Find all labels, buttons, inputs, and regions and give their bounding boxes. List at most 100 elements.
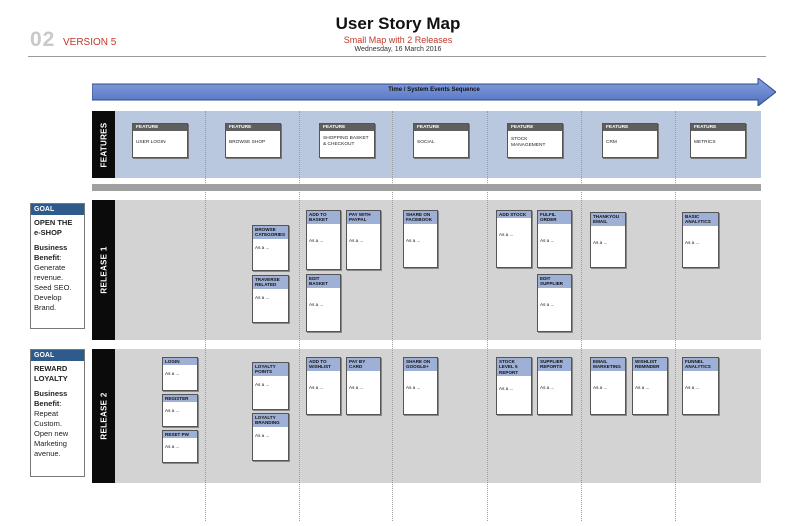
story-card-header: SUPPLIER REPORTS: [538, 358, 571, 371]
story-card-header: SHARE ON GOOGLE+: [404, 358, 437, 371]
story-card-body: As a ...: [540, 301, 555, 307]
story-card-stock-level-report[interactable]: STOCK LEVEL 5 REPORT As a ...: [496, 357, 532, 415]
goal-benefit-label-text: Business Benefit: [34, 389, 68, 408]
lane-label-text: FEATURES: [99, 122, 108, 167]
feature-card-header: FEATURE: [226, 124, 280, 131]
timeline-label: Time / System Events Sequence: [388, 87, 480, 93]
story-card-pay-with-paypal[interactable]: PAY WITH PAYPAL As a ...: [346, 210, 381, 270]
story-card-email-marketing[interactable]: EMAIL MARKETING As a ...: [590, 357, 626, 415]
story-card-header: REGISTER: [163, 395, 197, 403]
feature-card-social[interactable]: FEATURE SOCIAL: [413, 123, 469, 158]
story-card-add-to-basket[interactable]: ADD TO BASKET As a ...: [306, 210, 341, 270]
story-card-header: PAY WITH PAYPAL: [347, 211, 380, 224]
goal-title: OPEN THE e-SHOP: [34, 218, 73, 237]
story-card-body: As a ...: [165, 371, 180, 377]
story-card-login[interactable]: LOGIN As a ...: [162, 357, 198, 391]
story-card-body: As a ...: [406, 237, 421, 243]
lane-label-release-2: RELEASE 2: [92, 349, 115, 483]
feature-card-header: FEATURE: [320, 124, 374, 131]
feature-card-user-login[interactable]: FEATURE USER LOGIN: [132, 123, 188, 158]
lane-label-features: FEATURES: [92, 111, 115, 178]
story-card-basic-analytics[interactable]: BASIC ANALYTICS As a ...: [682, 212, 719, 268]
page-title: User Story Map: [335, 14, 461, 33]
lane-label-release-1: RELEASE 1: [92, 200, 115, 340]
story-card-body: As a ...: [593, 384, 608, 390]
story-card-body: As a ...: [406, 384, 421, 390]
goal-card-release-2: GOAL REWARD LOYALTY Business Benefit: Re…: [30, 349, 85, 477]
story-card-header: ADD TO WISHLIST: [307, 358, 340, 371]
story-card-body: As a ...: [593, 239, 608, 245]
goal-benefit-text: Generate revenue. Seed SEO. Develop Bran…: [34, 263, 72, 312]
feature-card-title: METRICS: [694, 140, 716, 145]
story-card-supplier-reports[interactable]: SUPPLIER REPORTS As a ...: [537, 357, 572, 415]
story-card-header: THANKYOU EMAIL: [591, 213, 625, 226]
story-card-body: As a ...: [255, 381, 270, 387]
story-card-body: As a ...: [540, 237, 555, 243]
page-date: Wednesday, 16 March 2016: [354, 46, 442, 53]
story-card-body: As a ...: [349, 384, 364, 390]
story-card-header: BASIC ANALYTICS: [683, 213, 718, 226]
feature-card-header: FEATURE: [691, 124, 745, 131]
story-card-edit-supplier[interactable]: EDIT SUPPLIER As a ...: [537, 274, 572, 332]
story-card-wishlist-reminder[interactable]: WISHLIST REMINDER As a ...: [632, 357, 668, 415]
feature-card-metrics[interactable]: FEATURE METRICS: [690, 123, 746, 158]
column-divider: [675, 111, 676, 521]
column-divider: [392, 111, 393, 521]
lane-label-text: RELEASE 1: [99, 246, 108, 294]
story-card-body: As a ...: [309, 301, 324, 307]
story-card-body: As a ...: [309, 237, 324, 243]
story-card-funnel-analytics[interactable]: FUNNEL ANALYTICS As a ...: [682, 357, 719, 415]
story-card-header: LOGIN: [163, 358, 197, 366]
feature-card-crm[interactable]: FEATURE CRM: [602, 123, 658, 158]
story-card-body: As a ...: [165, 444, 180, 450]
column-divider: [581, 111, 582, 521]
feature-card-title: SHOPPING BASKET & CHECKOUT: [323, 136, 369, 147]
story-card-body: As a ...: [685, 239, 700, 245]
story-card-share-on-google[interactable]: SHARE ON GOOGLE+ As a ...: [403, 357, 438, 415]
goal-benefit-label: Business Benefit:: [34, 389, 68, 408]
goal-card-release-1: GOAL OPEN THE e-SHOP Business Benefit: G…: [30, 203, 85, 329]
backbone-separator: [92, 184, 761, 191]
goal-header: GOAL: [31, 204, 84, 215]
feature-card-header: FEATURE: [603, 124, 657, 131]
story-card-body: As a ...: [309, 384, 324, 390]
story-card-header: FULFIL ORDER: [538, 211, 571, 224]
lane-label-text: RELEASE 2: [99, 392, 108, 440]
story-card-header: TRAVERSE RELATED: [253, 276, 288, 289]
story-card-share-on-facebook[interactable]: SHARE ON FACEBOOK As a ...: [403, 210, 438, 268]
story-card-add-stock[interactable]: ADD STOCK As a ...: [496, 210, 532, 268]
story-card-reset-pw[interactable]: RESET PW As a ...: [162, 430, 198, 463]
column-divider: [299, 111, 300, 521]
timeline-arrow: Time / System Events Sequence: [92, 78, 776, 106]
story-card-browse-categories[interactable]: BROWSE CATEGORIES As a ...: [252, 225, 289, 271]
feature-card-shopping-basket[interactable]: FEATURE SHOPPING BASKET & CHECKOUT: [319, 123, 375, 158]
story-card-body: As a ...: [165, 408, 180, 414]
column-divider: [205, 111, 206, 521]
feature-card-title: CRM: [606, 140, 617, 145]
story-card-body: As a ...: [499, 386, 514, 392]
story-card-loyalty-branding[interactable]: LOYALTY BRANDING As a ...: [252, 413, 289, 461]
story-card-body: As a ...: [349, 237, 364, 243]
feature-card-stock-management[interactable]: FEATURE STOCK MANAGEMENT: [507, 123, 563, 158]
story-card-header: ADD STOCK: [497, 211, 531, 219]
story-card-thankyou-email[interactable]: THANKYOU EMAIL As a ...: [590, 212, 626, 268]
story-card-header: BROWSE CATEGORIES: [253, 226, 288, 239]
story-card-header: RESET PW: [163, 431, 197, 439]
feature-card-browse-shop[interactable]: FEATURE BROWSE SHOP: [225, 123, 281, 158]
story-card-edit-basket[interactable]: EDIT BASKET As a ...: [306, 274, 341, 332]
story-card-body: As a ...: [685, 384, 700, 390]
story-card-register[interactable]: REGISTER As a ...: [162, 394, 198, 427]
goal-title: REWARD LOYALTY: [34, 364, 68, 383]
column-divider: [487, 111, 488, 521]
story-card-body: As a ...: [635, 384, 650, 390]
story-card-traverse-related[interactable]: TRAVERSE RELATED As a ...: [252, 275, 289, 323]
feature-card-title: BROWSE SHOP: [229, 140, 266, 145]
story-card-fulfil-order[interactable]: FULFIL ORDER As a ...: [537, 210, 572, 268]
story-card-add-to-wishlist[interactable]: ADD TO WISHLIST As a ...: [306, 357, 341, 415]
story-card-body: As a ...: [499, 232, 514, 238]
story-card-pay-by-card[interactable]: PAY BY CARD As a ...: [346, 357, 381, 415]
story-card-loyalty-points[interactable]: LOYALTY POINTS As a ...: [252, 362, 289, 410]
story-card-body: As a ...: [540, 384, 555, 390]
story-card-header: PAY BY CARD: [347, 358, 380, 371]
feature-card-header: FEATURE: [133, 124, 187, 131]
